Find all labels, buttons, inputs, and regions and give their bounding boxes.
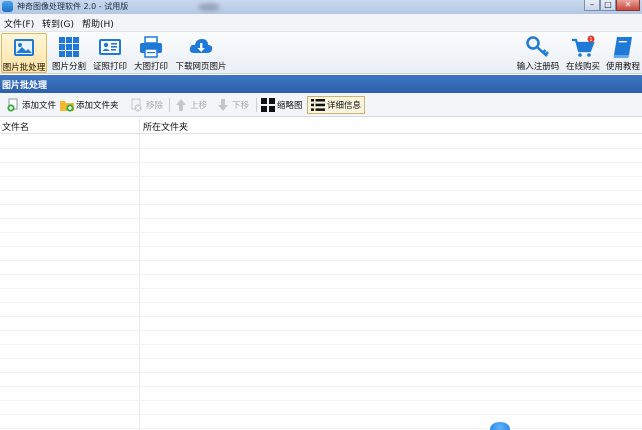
tool-label: 下载网页图片 — [175, 62, 227, 72]
empty-row-line — [0, 162, 642, 163]
tool-label: 输入注册码 — [516, 62, 560, 72]
app-icon — [2, 1, 13, 12]
main-toolbar: 图片批处理 图片分割 证照打印 大图打印 下载网页图片 输入注册码 1 在线购买… — [0, 32, 642, 74]
tool-batch-process[interactable]: 图片批处理 — [1, 33, 47, 73]
empty-row-line — [0, 302, 642, 303]
file-list[interactable] — [0, 134, 642, 430]
cart-badge: 1 — [589, 37, 592, 43]
tool-label: 在线购买 — [565, 62, 600, 72]
remove-icon — [131, 98, 142, 112]
empty-row-line — [0, 246, 642, 247]
add-file-button[interactable]: 添加文件 — [6, 96, 56, 114]
minimize-button[interactable]: – — [584, 0, 600, 11]
window-title: 神奇图像处理软件 2.0 - 试用版 — [17, 2, 129, 11]
move-up-label: 上移 — [190, 101, 208, 111]
menu-bar: 文件(F) 转到(G) 帮助(H) — [0, 14, 642, 32]
details-list-icon — [311, 99, 325, 111]
empty-row-line — [0, 330, 642, 331]
empty-row-line — [0, 316, 642, 317]
tool-buy-online[interactable]: 1 在线购买 — [564, 33, 602, 73]
add-folder-icon — [60, 101, 74, 112]
menu-goto[interactable]: 转到(G) — [42, 17, 74, 30]
tool-id-print[interactable]: 证照打印 — [90, 33, 130, 73]
details-label: 详细信息 — [327, 101, 362, 111]
empty-row-line — [0, 148, 642, 149]
empty-row-line — [0, 288, 642, 289]
tool-label: 大图打印 — [133, 62, 168, 72]
tool-tutorial[interactable]: 使用教程 — [604, 33, 642, 73]
arrow-down-icon — [218, 99, 228, 111]
remove-label: 移除 — [146, 101, 164, 111]
separator — [169, 98, 170, 112]
separator — [256, 98, 257, 112]
move-down-button[interactable]: 下移 — [216, 96, 249, 114]
image-icon — [14, 39, 34, 56]
grid-icon — [59, 37, 79, 57]
maximize-button[interactable]: □ — [600, 0, 616, 11]
action-bar: 添加文件 添加文件夹 移除 上移 下移 缩略图 详细信息 — [0, 93, 642, 117]
empty-row-line — [0, 386, 642, 387]
book-icon — [613, 37, 632, 58]
remove-button[interactable]: 移除 — [130, 96, 163, 114]
printer-icon — [140, 36, 162, 58]
empty-row-line — [0, 274, 642, 275]
add-folder-button[interactable]: 添加文件夹 — [60, 96, 119, 114]
empty-row-line — [0, 414, 642, 415]
file-table-header: 文件名 所在文件夹 — [0, 118, 642, 134]
tool-label: 使用教程 — [605, 62, 640, 72]
id-card-icon — [99, 39, 121, 55]
tool-download-web-images[interactable]: 下载网页图片 — [173, 33, 229, 73]
empty-row-line — [0, 344, 642, 345]
arrow-up-icon — [176, 99, 186, 111]
empty-row-line — [0, 218, 642, 219]
thumbnail-label: 缩略图 — [277, 101, 303, 111]
empty-row-line — [0, 372, 642, 373]
empty-row-line — [0, 232, 642, 233]
thumbnail-view-button[interactable]: 缩略图 — [261, 96, 303, 114]
add-file-icon — [7, 98, 18, 112]
tool-label: 图片分割 — [51, 62, 86, 72]
tool-label: 证照打印 — [92, 62, 127, 72]
empty-row-line — [0, 260, 642, 261]
empty-row-line — [0, 190, 642, 191]
column-header-folder[interactable]: 所在文件夹 — [143, 120, 188, 133]
menu-file[interactable]: 文件(F) — [4, 17, 34, 30]
panel-title: 图片批处理 — [2, 81, 48, 91]
key-icon — [526, 36, 549, 57]
column-header-filename[interactable]: 文件名 — [2, 120, 29, 133]
title-bar: 神奇图像处理软件 2.0 - 试用版 – □ ✕ — [0, 0, 642, 14]
tool-enter-registration[interactable]: 输入注册码 — [514, 33, 562, 73]
empty-row-line — [0, 204, 642, 205]
tool-image-split[interactable]: 图片分割 — [50, 33, 88, 73]
close-button[interactable]: ✕ — [616, 0, 640, 11]
empty-row-line — [0, 358, 642, 359]
cart-icon: 1 — [572, 35, 595, 57]
panel-header: 图片批处理 — [0, 75, 642, 93]
menu-help[interactable]: 帮助(H) — [82, 17, 114, 30]
details-view-button[interactable]: 详细信息 — [307, 96, 366, 114]
empty-row-line — [0, 400, 642, 401]
empty-row-line — [0, 176, 642, 177]
move-down-label: 下移 — [232, 101, 250, 111]
tool-large-print[interactable]: 大图打印 — [131, 33, 171, 73]
cloud-download-icon — [189, 39, 213, 53]
tool-label: 图片批处理 — [2, 63, 46, 73]
empty-row-line — [0, 428, 642, 429]
thumbnail-icon — [261, 98, 275, 112]
move-up-button[interactable]: 上移 — [174, 96, 207, 114]
add-file-label: 添加文件 — [22, 101, 57, 111]
add-folder-label: 添加文件夹 — [76, 101, 119, 111]
window-controls: – □ ✕ — [584, 0, 640, 12]
floating-assistant-icon[interactable] — [490, 422, 510, 430]
title-smudge — [198, 3, 220, 11]
